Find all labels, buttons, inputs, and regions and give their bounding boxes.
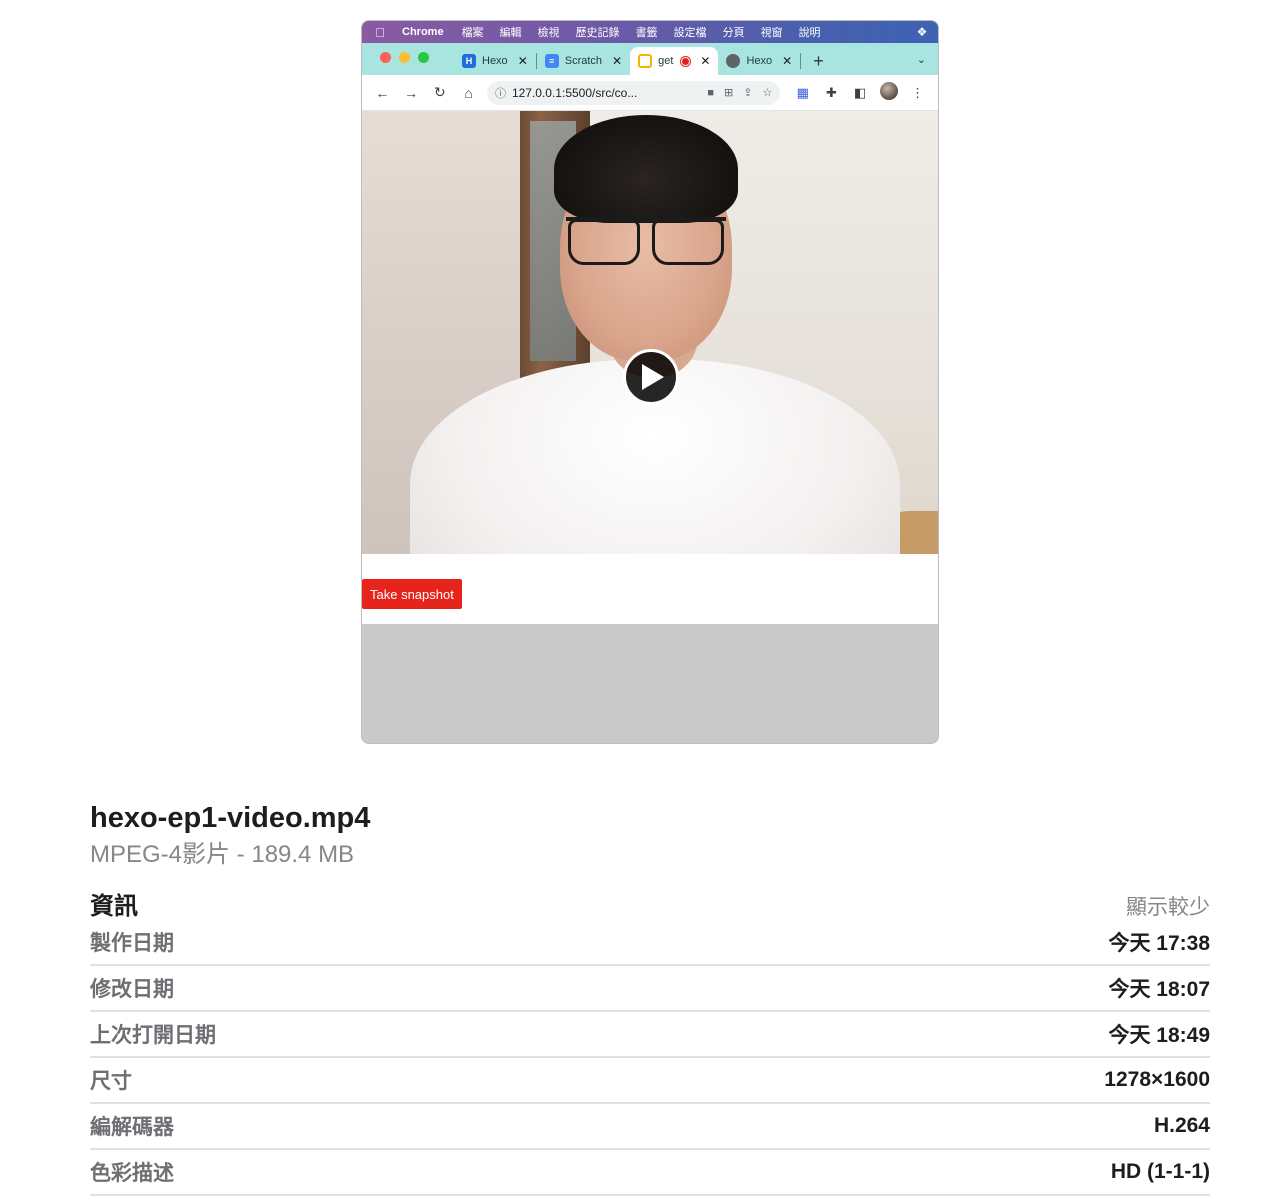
back-arrow-icon[interactable]: ← [368,85,397,101]
info-label: 製作日期 [90,932,174,955]
show-less-link[interactable]: 顯示較少 [1126,891,1210,921]
menubar-app-name[interactable]: Chrome [402,26,444,38]
site-info-icon[interactable]: ⓘ [495,85,506,101]
dropbox-icon[interactable]: ❖ [914,25,930,39]
menu-item-bookmarks[interactable]: 書籤 [636,24,658,40]
tab-title: get [658,55,674,67]
file-name: hexo-ep1-video.mp4 [90,802,371,834]
tabs: H Hexo ✕ ≡ Scratch ✕ get ✕ Hexo ✕ + [454,47,824,75]
reload-icon[interactable]: ↻ [425,84,454,101]
info-row-codec: 編解碼器 H.264 [90,1104,1210,1150]
extension-icon[interactable]: ▦ [788,85,817,101]
tab-separator [800,53,802,69]
menu-item-history[interactable]: 歷史記錄 [576,24,620,40]
play-button[interactable] [623,349,679,405]
info-value: 今天 17:38 [1108,932,1210,955]
close-tab-icon[interactable]: ✕ [518,54,528,68]
info-section-title: 資訊 [90,893,138,920]
info-row-dimensions: 尺寸 1278×1600 [90,1058,1210,1104]
close-tab-icon[interactable]: ✕ [612,54,622,68]
menu-item-edit[interactable]: 編輯 [500,24,522,40]
address-url[interactable]: 127.0.0.1:5500/src/co... [512,86,697,100]
zoom-window-button[interactable] [418,52,429,63]
chrome-favicon-icon [638,54,653,68]
apple-icon[interactable]:  [370,25,390,40]
info-label: 色彩描述 [90,1162,174,1185]
page-content: Take snapshot [362,554,938,624]
share-icon[interactable]: ⇪ [743,86,752,99]
bookmark-star-icon[interactable]: ☆ [762,86,772,99]
take-snapshot-button[interactable]: Take snapshot [362,579,462,609]
info-label: 編解碼器 [90,1116,174,1139]
person-hair [554,115,738,223]
menu-item-view[interactable]: 檢視 [538,24,560,40]
play-icon [642,364,664,390]
docs-favicon-icon: ≡ [544,54,559,68]
info-label: 修改日期 [90,978,174,1001]
close-window-button[interactable] [380,52,391,63]
translate-icon[interactable]: ⊞ [724,86,733,99]
menu-item-window[interactable]: 視窗 [761,24,783,40]
close-tab-icon[interactable]: ✕ [782,54,792,68]
file-info-panel: hexo-ep1-video.mp4 MPEG-4影片 - 189.4 MB 資… [90,800,1210,1196]
side-panel-icon[interactable]: ◧ [846,85,875,101]
browser-toolbar: ← → ↻ ⌂ ⓘ 127.0.0.1:5500/src/co... ■ ⊞ ⇪… [362,75,938,111]
webcam-video[interactable] [362,111,938,554]
video-preview:  Chrome 檔案 編輯 檢視 歷史記錄 書籤 設定檔 分頁 視窗 說明 ❖… [361,20,939,744]
tab-hexo-1[interactable]: H Hexo ✕ [454,47,536,75]
info-label: 上次打開日期 [90,1024,216,1047]
minimize-window-button[interactable] [399,52,410,63]
tab-title: Scratch [564,55,603,67]
info-label: 尺寸 [90,1070,132,1093]
window-controls [380,52,429,63]
tab-search-chevron-icon[interactable]: ⌄ [917,53,926,66]
info-section-header: 資訊 顯示較少 [90,886,1210,920]
profile-avatar[interactable] [875,82,904,103]
new-tab-icon[interactable]: + [813,51,824,72]
info-value: H.264 [1153,1114,1210,1137]
menu-item-tab[interactable]: 分頁 [723,24,745,40]
tab-strip: H Hexo ✕ ≡ Scratch ✕ get ✕ Hexo ✕ + ⌄ [362,43,938,75]
info-value: HD (1-1-1) [1110,1160,1210,1183]
puzzle-extensions-icon[interactable]: ✚ [817,85,846,101]
person-glasses [566,217,726,265]
home-icon[interactable]: ⌂ [454,85,483,101]
forward-arrow-icon[interactable]: → [397,85,426,101]
info-row-color-profile: 色彩描述 HD (1-1-1) [90,1150,1210,1196]
address-bar[interactable]: ⓘ 127.0.0.1:5500/src/co... ■ ⊞ ⇪ ☆ [486,80,781,105]
file-kind-size: MPEG-4影片 - 189.4 MB [90,841,355,868]
menu-item-file[interactable]: 檔案 [462,24,484,40]
globe-favicon-icon [726,54,741,68]
info-row-created: 製作日期 今天 17:38 [90,920,1210,966]
hexo-favicon-icon: H [462,54,476,68]
recording-indicator-icon [681,56,691,66]
close-tab-icon[interactable]: ✕ [700,54,710,68]
menu-item-profiles[interactable]: 設定檔 [674,24,707,40]
info-value: 1278×1600 [1104,1068,1210,1091]
info-value: 今天 18:07 [1108,978,1210,1001]
tab-get-active[interactable]: get ✕ [630,47,719,75]
more-menu-icon[interactable]: ⋮ [903,85,932,101]
camera-icon[interactable]: ■ [707,87,714,99]
info-row-modified: 修改日期 今天 18:07 [90,966,1210,1012]
info-row-last-opened: 上次打開日期 今天 18:49 [90,1012,1210,1058]
tab-title: Hexo [482,55,508,67]
mac-menubar:  Chrome 檔案 編輯 檢視 歷史記錄 書籤 設定檔 分頁 視窗 說明 ❖ [362,21,938,43]
tab-hexo-2[interactable]: Hexo ✕ [718,47,800,75]
info-value: 今天 18:49 [1108,1024,1210,1047]
menu-item-help[interactable]: 說明 [799,24,821,40]
tab-title: Hexo [746,55,773,67]
tab-scratch[interactable]: ≡ Scratch ✕ [537,47,630,75]
